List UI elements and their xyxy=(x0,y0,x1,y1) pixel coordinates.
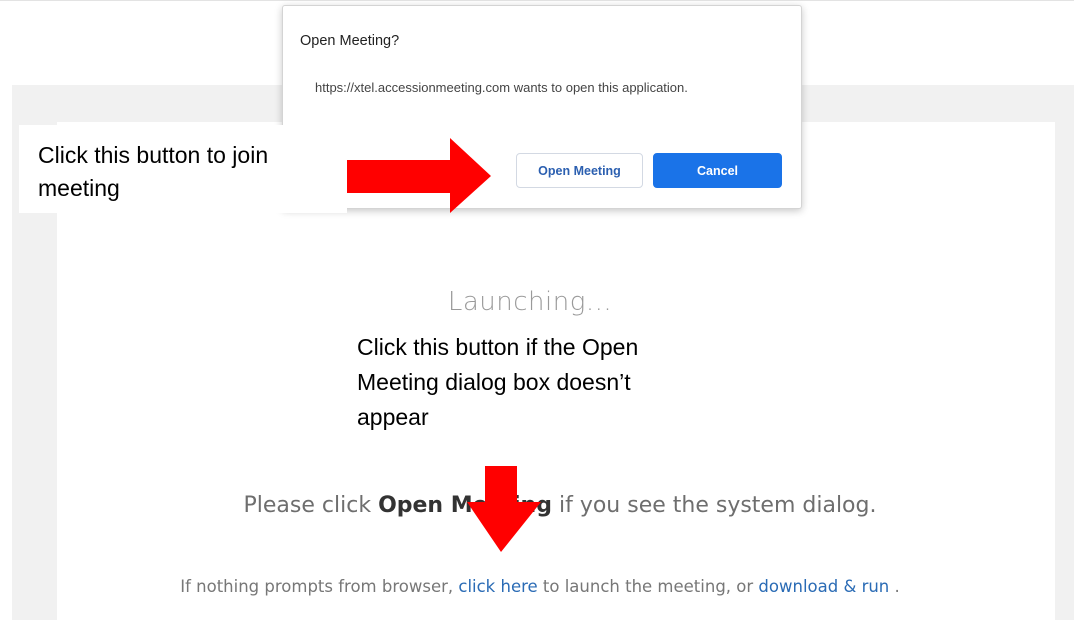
open-meeting-prompt: Please click Open Meeting if you see the… xyxy=(180,493,940,518)
fallback-instructions: If nothing prompts from browser, click h… xyxy=(60,577,1020,596)
dialog-title: Open Meeting? xyxy=(300,33,400,49)
prompt-text-before: Please click xyxy=(243,493,379,518)
down-arrow-icon xyxy=(467,466,541,552)
fallback-text-before: If nothing prompts from browser, xyxy=(180,577,459,596)
fallback-text-middle: to launch the meeting, or xyxy=(537,577,759,596)
fallback-text-after: . xyxy=(889,577,900,596)
callout-join-box: Click this button to join meeting xyxy=(19,125,347,213)
cancel-button[interactable]: Cancel xyxy=(653,153,782,188)
prompt-text-after: if you see the system dialog. xyxy=(551,493,877,518)
click-here-link[interactable]: click here xyxy=(458,577,537,596)
right-arrow-shape xyxy=(347,138,491,213)
down-arrow-shape xyxy=(467,466,541,552)
dialog-message: https://xtel.accessionmeeting.com wants … xyxy=(315,80,688,95)
callout-join-text: Click this button to join meeting xyxy=(38,142,269,201)
callout-fallback-text: Click this button if the Open Meeting di… xyxy=(357,334,639,430)
open-meeting-button[interactable]: Open Meeting xyxy=(516,153,643,188)
right-arrow-icon xyxy=(347,138,491,213)
launching-text: Launching... xyxy=(447,287,613,317)
download-run-link[interactable]: download & run xyxy=(758,577,889,596)
